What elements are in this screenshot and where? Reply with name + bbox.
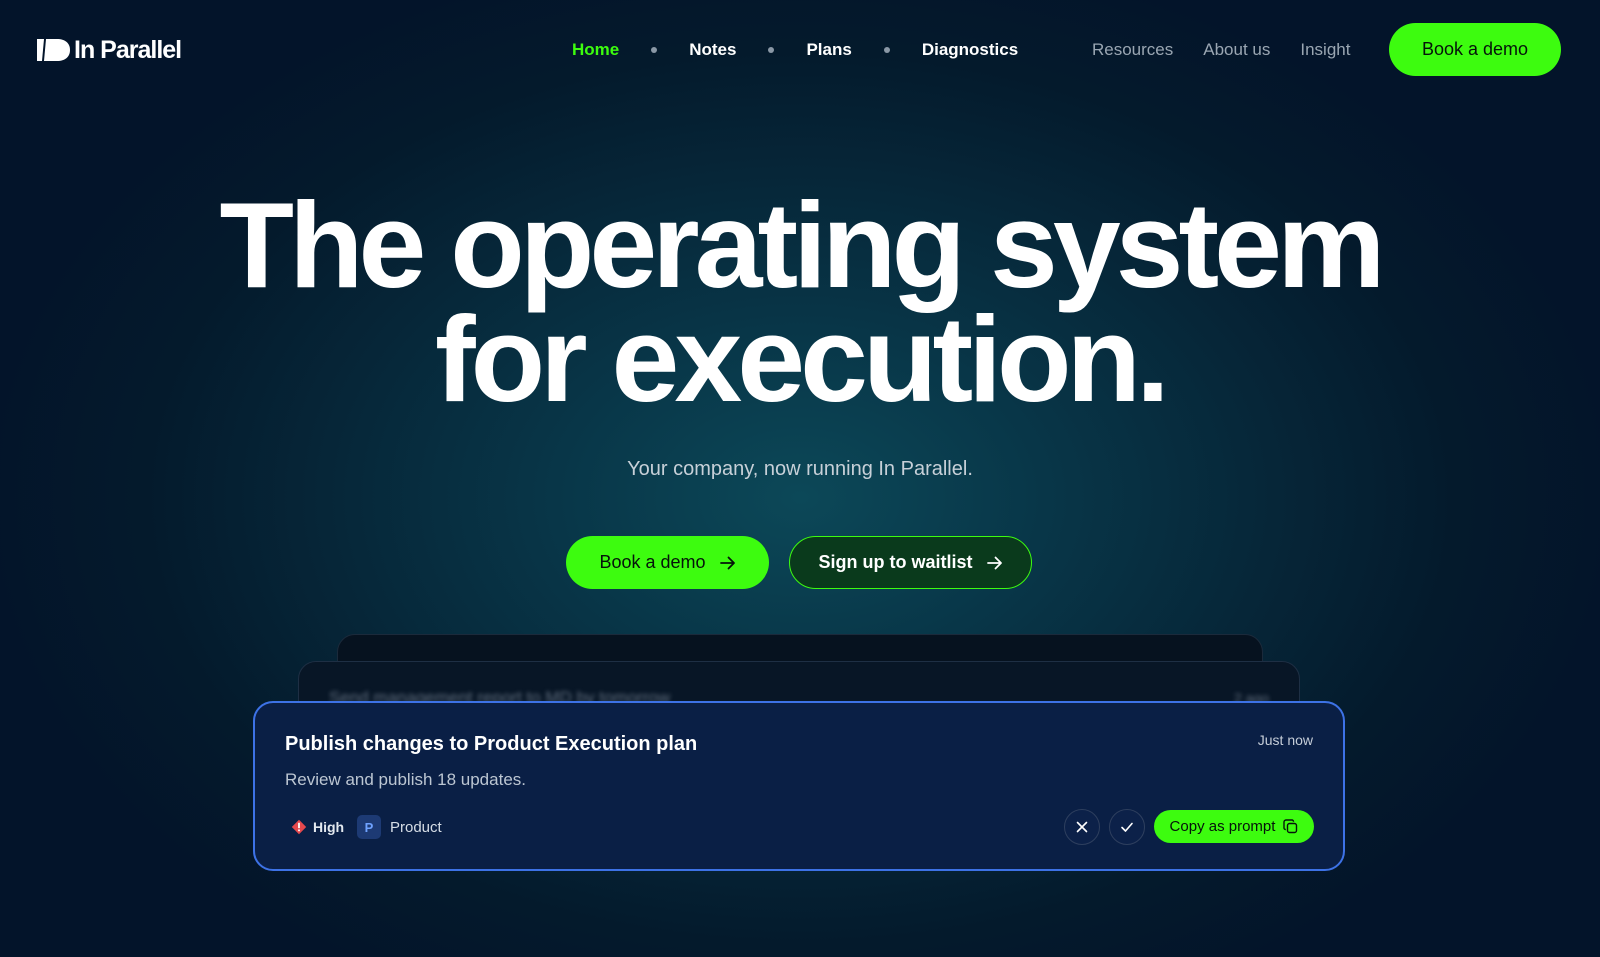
- nav-insight[interactable]: Insight: [1300, 38, 1350, 62]
- hero-title: The operating system for execution.: [0, 184, 1600, 420]
- hero-book-demo-button[interactable]: Book a demo: [566, 536, 769, 589]
- team-tag: P Product: [357, 814, 442, 840]
- hero-subtitle: Your company, now running In Parallel.: [627, 458, 973, 480]
- card-timestamp: Just now: [1257, 732, 1313, 748]
- priority-tag: High: [291, 817, 344, 837]
- nav-separator-dot: [651, 47, 658, 53]
- top-nav: In Parallel Home Notes Plans Diagnostics…: [0, 0, 1600, 100]
- check-icon: [1121, 822, 1133, 832]
- nav-about-us[interactable]: About us: [1203, 38, 1270, 62]
- nav-resources[interactable]: Resources: [1092, 38, 1173, 62]
- dismiss-button[interactable]: [1064, 809, 1100, 845]
- logo-mark-icon: [37, 39, 70, 61]
- secondary-nav: Resources About us Insight: [1092, 38, 1350, 62]
- nav-separator-dot: [883, 47, 890, 53]
- team-label: Product: [390, 818, 442, 836]
- nav-separator-dot: [768, 47, 775, 53]
- primary-nav: Home Notes Plans Diagnostics: [572, 38, 1018, 62]
- nav-home[interactable]: Home: [572, 38, 619, 62]
- notification-card[interactable]: Publish changes to Product Execution pla…: [253, 701, 1345, 871]
- brand-logo[interactable]: In Parallel: [37, 36, 182, 64]
- card-title: Publish changes to Product Execution pla…: [285, 733, 698, 755]
- hero-title-line-2: for execution.: [435, 291, 1170, 427]
- card-description: Review and publish 18 updates.: [285, 770, 526, 789]
- hero-book-demo-label: Book a demo: [599, 552, 706, 572]
- nav-diagnostics[interactable]: Diagnostics: [922, 38, 1018, 62]
- copy-icon: [1283, 819, 1298, 834]
- nav-book-demo-button[interactable]: Book a demo: [1389, 23, 1561, 76]
- arrow-right-icon: [719, 556, 735, 569]
- hero-waitlist-button[interactable]: Sign up to waitlist: [789, 536, 1032, 589]
- copy-as-prompt-label: Copy as prompt: [1169, 818, 1276, 835]
- copy-as-prompt-button[interactable]: Copy as prompt: [1154, 810, 1314, 843]
- nav-notes[interactable]: Notes: [689, 38, 736, 62]
- team-avatar: P: [357, 815, 381, 839]
- priority-label: High: [313, 819, 345, 835]
- nav-plans[interactable]: Plans: [806, 38, 851, 62]
- close-icon: [1076, 821, 1088, 833]
- brand-name: In Parallel: [74, 36, 182, 64]
- approve-button[interactable]: [1109, 809, 1145, 845]
- hero-waitlist-label: Sign up to waitlist: [818, 552, 973, 572]
- arrow-right-icon: [986, 556, 1002, 569]
- priority-alert-icon: [291, 819, 307, 835]
